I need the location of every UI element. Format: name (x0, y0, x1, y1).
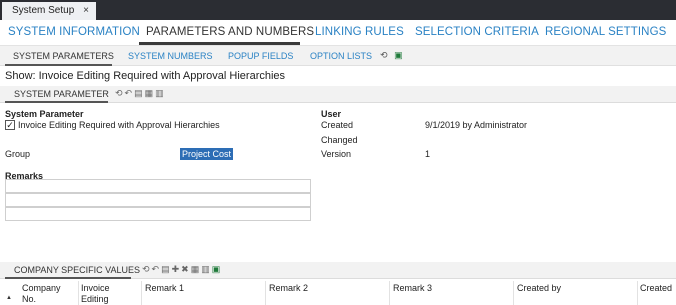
company-section-title: COMPANY SPECIFIC VALUES (14, 265, 141, 275)
excel-icon[interactable]: ▣ (394, 50, 403, 60)
user-label: User (321, 109, 342, 119)
print-icon[interactable]: ▦ (191, 264, 202, 274)
column-divider (389, 281, 390, 305)
subtab-system-parameters[interactable]: SYSTEM PARAMETERS (13, 51, 114, 61)
system-parameter-label: System Parameter (5, 109, 84, 119)
remark-field-2[interactable] (5, 193, 311, 207)
column-header-company-no[interactable]: Company No. (22, 283, 61, 305)
column-divider (265, 281, 266, 305)
add-row-icon[interactable]: ✚ (172, 264, 182, 274)
save-icon[interactable]: ▤ (161, 264, 172, 274)
undo-icon[interactable]: ↶ (152, 264, 162, 274)
active-subtab-indicator (5, 64, 112, 66)
refresh-icon[interactable]: ⟲ (115, 88, 125, 98)
tab-system-information[interactable]: SYSTEM INFORMATION (8, 26, 140, 38)
subnav-toolbar: ⟲ ▣ (380, 50, 403, 61)
column-header-remark-2[interactable]: Remark 2 (269, 283, 308, 294)
undo-icon[interactable]: ↶ (125, 88, 135, 98)
version-value: 1 (425, 149, 431, 159)
created-label: Created (321, 120, 354, 130)
refresh-icon[interactable]: ⟲ (380, 50, 388, 60)
version-label: Version (321, 149, 352, 159)
show-filter-text: Show: Invoice Editing Required with Appr… (5, 70, 286, 82)
tab-regional-settings[interactable]: REGIONAL SETTINGS (545, 26, 666, 38)
company-section-indicator (5, 277, 131, 279)
delete-row-icon[interactable]: ✖ (181, 264, 191, 274)
remark-field-3[interactable] (5, 207, 311, 221)
system-parameter-header: SYSTEM PARAMETER ⟲↶▤▦▥ (0, 86, 676, 103)
excel-icon[interactable]: ▣ (212, 264, 223, 274)
close-icon[interactable]: × (83, 2, 89, 19)
company-specific-header: COMPANY SPECIFIC VALUES ⟲↶▤✚✖▦▥▣ (0, 262, 676, 279)
created-value: 9/1/2019 by Administrator (425, 120, 528, 130)
column-divider (637, 281, 638, 305)
sub-nav: SYSTEM PARAMETERS SYSTEM NUMBERS POPUP F… (0, 45, 676, 66)
print-preview-icon[interactable]: ▥ (201, 264, 212, 274)
column-header-created-by[interactable]: Created by (517, 283, 561, 294)
column-header-invoice-editing[interactable]: Invoice Editing (81, 283, 110, 305)
tab-selection-criteria[interactable]: SELECTION CRITERIA (415, 26, 539, 38)
subtab-popup-fields[interactable]: POPUP FIELDS (228, 51, 293, 61)
print-preview-icon[interactable]: ▥ (155, 88, 166, 98)
column-divider (141, 281, 142, 305)
remark-field-1[interactable] (5, 179, 311, 193)
column-header-remark-3[interactable]: Remark 3 (393, 283, 432, 294)
main-nav: SYSTEM INFORMATION PARAMETERS AND NUMBER… (0, 20, 676, 45)
subtab-option-lists[interactable]: OPTION LISTS (310, 51, 372, 61)
print-icon[interactable]: ▦ (145, 88, 156, 98)
company-toolbar: ⟲↶▤✚✖▦▥▣ (142, 264, 222, 275)
column-header-created[interactable]: Created (640, 283, 672, 294)
group-value[interactable]: Project Cost (180, 148, 234, 160)
tab-linking-rules[interactable]: LINKING RULES (315, 26, 404, 38)
subtab-system-numbers[interactable]: SYSTEM NUMBERS (128, 51, 213, 61)
section-toolbar: ⟲↶▤▦▥ (115, 88, 166, 99)
window-tab-strip: System Setup × (0, 0, 676, 20)
refresh-icon[interactable]: ⟲ (142, 264, 152, 274)
checkbox-label: Invoice Editing Required with Approval H… (18, 120, 220, 130)
sort-indicator-icon[interactable]: ▲ (6, 295, 12, 301)
column-divider (513, 281, 514, 305)
company-table-header: Company No. Invoice Editing Remark 1 Remar… (0, 281, 676, 305)
section-indicator (5, 101, 108, 103)
save-icon[interactable]: ▤ (134, 88, 145, 98)
group-label: Group (5, 149, 31, 159)
tab-parameters-and-numbers[interactable]: PARAMETERS AND NUMBERS (146, 26, 314, 38)
changed-label: Changed (321, 135, 358, 145)
window-tab-title: System Setup (12, 5, 75, 16)
window-tab-system-setup[interactable]: System Setup × (2, 2, 96, 20)
section-title: SYSTEM PARAMETER (14, 89, 109, 99)
invoice-editing-checkbox[interactable]: ✓ (5, 120, 15, 130)
column-header-remark-1[interactable]: Remark 1 (145, 283, 184, 294)
column-divider (78, 281, 79, 305)
